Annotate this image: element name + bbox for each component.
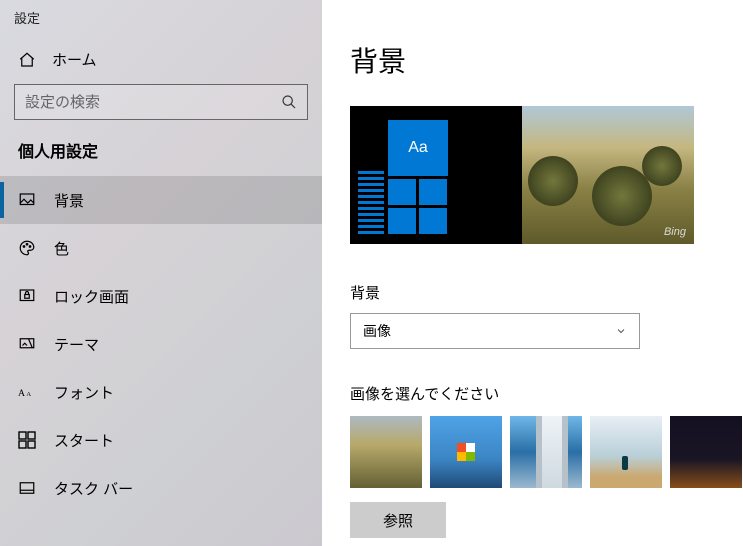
thumbnail-4[interactable]: [590, 416, 662, 488]
sidebar-item-label: フォント: [54, 382, 114, 403]
dropdown-value: 画像: [363, 321, 391, 341]
sidebar-item-taskbar[interactable]: タスク バー: [0, 464, 322, 512]
category-title: 個人用設定: [0, 138, 322, 176]
thumbnail-5[interactable]: [670, 416, 742, 488]
search-box[interactable]: [14, 84, 308, 120]
sidebar-item-font[interactable]: AA フォント: [0, 368, 322, 416]
home-icon: [18, 51, 36, 69]
sidebar-item-label: テーマ: [54, 334, 99, 355]
search-icon: [281, 94, 297, 110]
thumbnail-3[interactable]: [510, 416, 582, 488]
choose-image-label: 画像を選んでください: [350, 383, 743, 404]
svg-text:A: A: [18, 388, 25, 399]
browse-button[interactable]: 参照: [350, 502, 446, 538]
theme-icon: [18, 335, 36, 353]
preview-aa-tile: Aa: [388, 120, 448, 176]
sidebar-item-color[interactable]: 色: [0, 224, 322, 272]
bing-watermark: Bing: [664, 226, 686, 238]
taskbar-icon: [18, 479, 36, 497]
lockscreen-icon: [18, 287, 36, 305]
font-icon: AA: [18, 383, 36, 401]
preview-start-tiles: Aa: [358, 120, 448, 234]
home-nav[interactable]: ホーム: [0, 39, 322, 84]
background-type-dropdown[interactable]: 画像: [350, 313, 640, 349]
background-preview: Aa Bing: [350, 106, 694, 244]
sidebar-item-theme[interactable]: テーマ: [0, 320, 322, 368]
app-title: 設定: [0, 0, 322, 39]
sidebar-item-start[interactable]: スタート: [0, 416, 322, 464]
preview-desktop: Aa: [350, 106, 522, 244]
picture-icon: [18, 191, 36, 209]
sidebar: 設定 ホーム 個人用設定 背景 色 ロック画面 テーマ: [0, 0, 322, 546]
page-title: 背景: [350, 40, 743, 80]
chevron-down-icon: [615, 325, 627, 337]
thumbnail-1[interactable]: [350, 416, 422, 488]
sidebar-item-lockscreen[interactable]: ロック画面: [0, 272, 322, 320]
sidebar-item-label: タスク バー: [54, 478, 133, 499]
thumbnail-2[interactable]: [430, 416, 502, 488]
search-input[interactable]: [25, 94, 281, 111]
sidebar-item-label: ロック画面: [54, 286, 129, 307]
sidebar-item-label: スタート: [54, 430, 114, 451]
svg-text:A: A: [26, 391, 31, 398]
background-type-label: 背景: [350, 282, 743, 303]
start-icon: [18, 431, 36, 449]
home-label: ホーム: [52, 49, 97, 70]
image-thumbnails: [350, 416, 743, 488]
preview-wallpaper: Bing: [522, 106, 694, 244]
sidebar-item-background[interactable]: 背景: [0, 176, 322, 224]
main-content: 背景 Aa Bing 背景 画像: [322, 0, 743, 546]
palette-icon: [18, 239, 36, 257]
sidebar-item-label: 色: [54, 238, 69, 259]
sidebar-item-label: 背景: [54, 190, 84, 211]
